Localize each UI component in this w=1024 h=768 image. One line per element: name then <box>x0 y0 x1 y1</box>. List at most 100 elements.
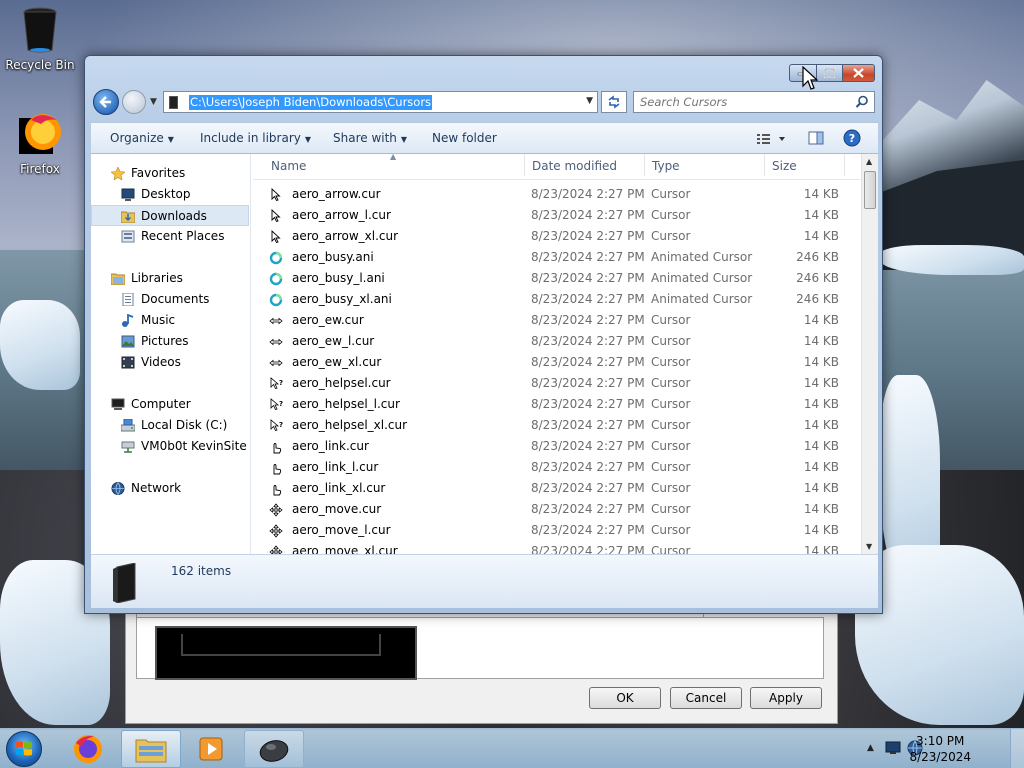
ok-button[interactable]: OK <box>589 687 661 709</box>
nav-network[interactable]: Network <box>91 478 249 499</box>
change-view-button[interactable] <box>753 129 793 149</box>
file-type: Cursor <box>651 187 691 201</box>
file-row[interactable]: aero_move_l.cur 8/23/2024 2:27 PM Cursor 14… <box>253 520 860 541</box>
start-button[interactable] <box>6 731 42 767</box>
file-row[interactable]: aero_busy.ani 8/23/2024 2:27 PM Animated C… <box>253 247 860 268</box>
forward-button[interactable] <box>122 90 146 114</box>
file-row[interactable]: ? aero_helpsel.cur 8/23/2024 2:27 PM Cursor… <box>253 373 860 394</box>
star-icon <box>111 167 125 180</box>
taskbar-mouse-properties[interactable] <box>244 730 304 768</box>
desktop-icon-recycle-bin[interactable]: Recycle Bin <box>0 6 80 72</box>
taskbar-firefox[interactable] <box>58 730 118 768</box>
scroll-down-arrow-icon[interactable]: ▼ <box>866 542 872 551</box>
show-desktop-button[interactable] <box>1010 729 1024 768</box>
file-name: aero_busy.ani <box>292 250 374 264</box>
file-row[interactable]: aero_link_l.cur 8/23/2024 2:27 PM Cursor 14… <box>253 457 860 478</box>
include-in-library-menu[interactable]: Include in library ▼ <box>200 131 311 145</box>
nav-downloads[interactable]: Downloads <box>91 205 249 226</box>
help-button[interactable]: ? <box>843 129 863 149</box>
nav-network-drive[interactable]: VM0b0t KevinSite <box>91 436 249 457</box>
file-date-modified: 8/23/2024 2:27 PM <box>531 481 645 495</box>
file-row[interactable]: ? aero_helpsel_l.cur 8/23/2024 2:27 PM Curs… <box>253 394 860 415</box>
show-hidden-icons-icon[interactable]: ▲ <box>867 743 874 753</box>
scrollbar-thumb[interactable] <box>864 171 876 209</box>
nav-documents[interactable]: Documents <box>91 289 249 310</box>
sort-ascending-icon: ▲ <box>390 154 397 161</box>
file-row[interactable]: aero_arrow_l.cur 8/23/2024 2:27 PM Cursor 1… <box>253 205 860 226</box>
desktop-icon-label: Firefox <box>20 162 60 176</box>
nav-local-disk[interactable]: Local Disk (C:) <box>91 415 249 436</box>
scroll-up-arrow-icon[interactable]: ▲ <box>866 157 872 166</box>
file-row[interactable]: aero_busy_l.ani 8/23/2024 2:27 PM Animated… <box>253 268 860 289</box>
file-row[interactable]: aero_move_xl.cur 8/23/2024 2:27 PM Cursor 1… <box>253 541 860 554</box>
column-divider[interactable] <box>524 154 525 176</box>
action-center-icon[interactable] <box>885 741 901 755</box>
address-text[interactable]: C:\Users\Joseph Biden\Downloads\Cursors <box>189 95 433 110</box>
new-folder-button[interactable]: New folder <box>432 131 497 145</box>
address-bar[interactable]: C:\Users\Joseph Biden\Downloads\Cursors … <box>163 91 598 113</box>
nav-label: Desktop <box>141 187 191 201</box>
file-row[interactable]: aero_busy_xl.ani 8/23/2024 2:27 PM Animate… <box>253 289 860 310</box>
file-size: 246 KB <box>796 250 839 264</box>
desktop-icon-firefox[interactable]: Firefox <box>0 110 80 176</box>
nav-label: Computer <box>131 397 191 411</box>
file-row[interactable]: aero_ew_xl.cur 8/23/2024 2:27 PM Cursor 14 … <box>253 352 860 373</box>
column-header-name[interactable]: Name <box>271 159 306 173</box>
file-name: aero_move.cur <box>292 502 382 516</box>
nav-libraries[interactable]: Libraries <box>91 268 249 289</box>
nav-label: Favorites <box>131 166 186 180</box>
file-row[interactable]: aero_link.cur 8/23/2024 2:27 PM Cursor 14 K… <box>253 436 860 457</box>
taskbar-explorer[interactable] <box>121 730 181 768</box>
file-row[interactable]: aero_arrow_xl.cur 8/23/2024 2:27 PM Cursor… <box>253 226 860 247</box>
search-box[interactable] <box>633 91 875 113</box>
column-header-size[interactable]: Size <box>772 159 797 173</box>
file-row[interactable]: aero_ew.cur 8/23/2024 2:27 PM Cursor 14 KB <box>253 310 860 331</box>
column-divider[interactable] <box>844 154 845 176</box>
search-icon[interactable] <box>855 95 869 109</box>
maximize-button[interactable] <box>817 64 843 82</box>
close-button[interactable] <box>843 64 875 82</box>
back-button[interactable] <box>93 89 119 115</box>
column-divider[interactable] <box>644 154 645 176</box>
help-cursor-icon: ? <box>270 419 283 431</box>
preview-frame <box>181 634 381 656</box>
vertical-scrollbar[interactable]: ▲ ▼ <box>861 154 878 554</box>
share-with-menu[interactable]: Share with ▼ <box>333 131 407 145</box>
file-row[interactable]: aero_move.cur 8/23/2024 2:27 PM Cursor 14 K… <box>253 499 860 520</box>
recent-pages-dropdown[interactable]: ▼ <box>150 97 157 107</box>
address-dropdown-icon[interactable]: ▼ <box>586 96 593 106</box>
apply-button[interactable]: Apply <box>750 687 822 709</box>
nav-music[interactable]: Music <box>91 310 249 331</box>
file-row[interactable]: aero_ew_l.cur 8/23/2024 2:27 PM Cursor 14 K… <box>253 331 860 352</box>
nav-favorites[interactable]: Favorites <box>91 163 249 184</box>
column-header-date-modified[interactable]: Date modified <box>532 159 617 173</box>
file-name: aero_busy_xl.ani <box>292 292 392 306</box>
search-input[interactable] <box>640 94 850 110</box>
nav-computer[interactable]: Computer <box>91 394 249 415</box>
busy-cursor-icon <box>269 251 283 265</box>
nav-videos[interactable]: Videos <box>91 352 249 373</box>
preview-pane-button[interactable] <box>807 129 829 149</box>
nav-label: VM0b0t KevinSite <box>141 439 247 453</box>
cancel-button[interactable]: Cancel <box>670 687 742 709</box>
refresh-button[interactable] <box>601 91 627 113</box>
move-cursor-icon <box>269 503 283 517</box>
move-cursor-icon <box>269 545 283 554</box>
column-divider[interactable] <box>764 154 765 176</box>
nav-desktop[interactable]: Desktop <box>91 184 249 205</box>
busy-cursor-icon <box>269 272 283 286</box>
nav-recent-places[interactable]: Recent Places <box>91 226 249 247</box>
file-name: aero_link_l.cur <box>292 460 379 474</box>
taskbar-clock[interactable]: 3:10 PM 8/23/2024 <box>909 733 971 765</box>
file-date-modified: 8/23/2024 2:27 PM <box>531 376 645 390</box>
back-arrow-icon <box>99 96 111 108</box>
nav-pictures[interactable]: Pictures <box>91 331 249 352</box>
column-header-type[interactable]: Type <box>652 159 680 173</box>
file-row[interactable]: ? aero_helpsel_xl.cur 8/23/2024 2:27 PM Cur… <box>253 415 860 436</box>
organize-menu[interactable]: Organize ▼ <box>110 131 174 145</box>
file-row[interactable]: aero_arrow.cur 8/23/2024 2:27 PM Cursor 14 … <box>253 184 860 205</box>
help-cursor-icon: ? <box>270 377 283 389</box>
taskbar-media-player[interactable] <box>183 730 243 768</box>
file-row[interactable]: aero_link_xl.cur 8/23/2024 2:27 PM Cursor 1… <box>253 478 860 499</box>
file-name: aero_ew_xl.cur <box>292 355 382 369</box>
